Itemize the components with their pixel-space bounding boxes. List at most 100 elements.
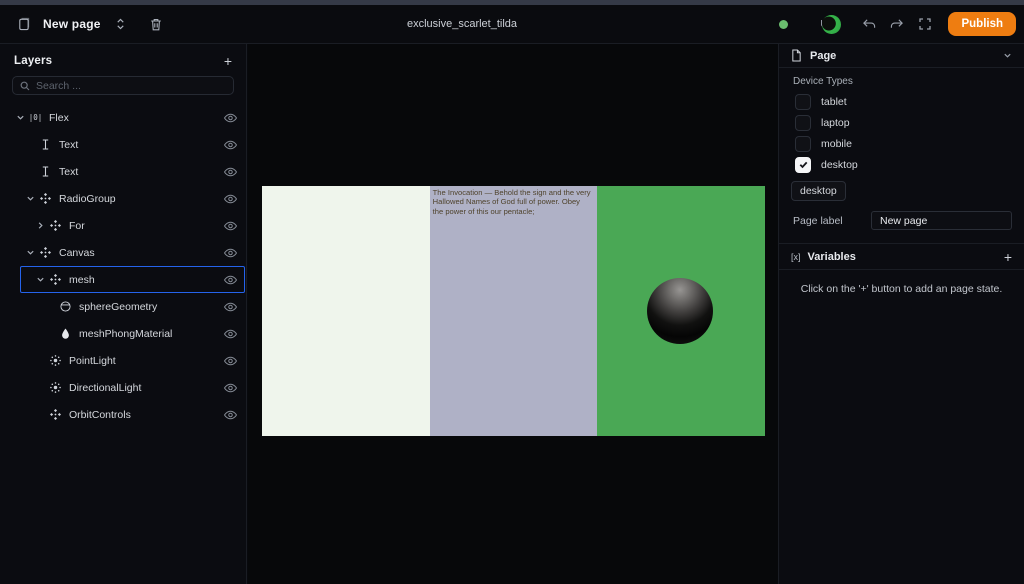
layer-item-label: For — [69, 220, 85, 232]
device-type-row-laptop[interactable]: laptop — [795, 112, 1024, 133]
variables-header: [x] Variables + — [779, 244, 1024, 270]
layer-item-radiogroup[interactable]: RadioGroup — [0, 185, 246, 212]
fullscreen-icon[interactable] — [916, 15, 934, 33]
visibility-eye-icon[interactable] — [224, 139, 237, 150]
checkbox-tablet[interactable] — [795, 94, 811, 110]
text-icon — [38, 139, 53, 150]
visibility-eye-icon[interactable] — [224, 382, 237, 393]
page-label-input[interactable] — [871, 211, 1012, 230]
device-type-row-tablet[interactable]: tablet — [795, 91, 1024, 112]
layer-item-canvas[interactable]: Canvas — [0, 239, 246, 266]
checkbox-mobile[interactable] — [795, 136, 811, 152]
layer-item-mesh[interactable]: mesh — [0, 266, 246, 293]
layer-item-label: RadioGroup — [59, 193, 116, 205]
add-layer-button[interactable]: + — [224, 54, 232, 68]
connection-status-dot — [779, 20, 788, 29]
visibility-eye-icon[interactable] — [224, 301, 237, 312]
layer-item-label: meshPhongMaterial — [79, 328, 172, 340]
page-state-hint: Click on the '+' button to add an page s… — [779, 283, 1024, 295]
visibility-eye-icon[interactable] — [224, 247, 237, 258]
project-title: exclusive_scarlet_tilda — [407, 18, 517, 30]
visibility-eye-icon[interactable] — [224, 112, 237, 123]
component-icon — [38, 193, 53, 204]
layer-item-label: Text — [59, 166, 78, 178]
layer-tree: |0|Flex Text Text RadioGroup For Canvas mesh sp… — [0, 104, 246, 428]
layer-item-directionallight[interactable]: DirectionalLight — [0, 374, 246, 401]
device-type-label: laptop — [821, 117, 850, 129]
undo-icon[interactable] — [860, 15, 878, 33]
layer-item-text[interactable]: Text — [0, 158, 246, 185]
light-icon — [48, 355, 63, 366]
layers-panel: Layers + |0|Flex Text Text RadioGroup For Can… — [0, 44, 247, 584]
app-root: New page exclusive_scarlet_tilda U — [0, 0, 1024, 584]
layer-item-label: Canvas — [59, 247, 95, 259]
delete-page-icon[interactable] — [147, 15, 165, 33]
layer-item-for[interactable]: For — [0, 212, 246, 239]
checkbox-desktop[interactable] — [795, 157, 811, 173]
canvas-area[interactable]: The Invocation — Behold the sign and the… — [248, 44, 778, 584]
layers-title: Layers — [14, 55, 52, 67]
layer-item-flex[interactable]: |0|Flex — [0, 104, 246, 131]
canvas-column-2[interactable]: The Invocation — Behold the sign and the… — [430, 186, 598, 436]
variables-title: Variables — [808, 251, 1004, 263]
visibility-eye-icon[interactable] — [224, 274, 237, 285]
device-type-row-mobile[interactable]: mobile — [795, 133, 1024, 154]
layers-header: Layers + — [14, 54, 232, 68]
chevron-down-icon[interactable] — [1003, 51, 1012, 60]
layer-item-label: Text — [59, 139, 78, 151]
swap-page-icon[interactable] — [112, 15, 130, 33]
sphere-icon — [58, 301, 73, 312]
component-icon — [48, 274, 63, 285]
visibility-eye-icon[interactable] — [224, 409, 237, 420]
layer-item-meshphongmaterial[interactable]: meshPhongMaterial — [0, 320, 246, 347]
user-avatar[interactable]: U — [820, 15, 841, 34]
header-left-group: New page — [0, 15, 165, 33]
flex-icon: |0| — [28, 113, 43, 122]
layer-item-label: mesh — [69, 274, 95, 286]
page-label-caption: Page label — [793, 215, 843, 227]
top-bar: New page exclusive_scarlet_tilda U — [0, 5, 1024, 44]
visibility-eye-icon[interactable] — [224, 193, 237, 204]
page-panel-header[interactable]: Page — [779, 44, 1024, 68]
chevron-down-icon[interactable] — [22, 194, 38, 203]
search-input[interactable] — [36, 80, 226, 92]
layer-item-label: OrbitControls — [69, 409, 131, 421]
chevron-right-icon[interactable] — [32, 221, 48, 230]
layer-item-orbitcontrols[interactable]: OrbitControls — [0, 401, 246, 428]
device-type-list: tablet laptop mobile desktop — [795, 91, 1024, 175]
device-type-row-desktop[interactable]: desktop — [795, 154, 1024, 175]
chevron-down-icon[interactable] — [12, 113, 28, 122]
sphere-3d-object[interactable] — [647, 278, 713, 344]
checkbox-laptop[interactable] — [795, 115, 811, 131]
layer-search-box[interactable] — [12, 76, 234, 95]
canvas-column-1[interactable] — [262, 186, 430, 436]
device-type-label: tablet — [821, 96, 847, 108]
component-icon — [38, 247, 53, 258]
invocation-text[interactable]: The Invocation — Behold the sign and the… — [430, 186, 594, 216]
device-type-label: desktop — [821, 159, 858, 171]
visibility-eye-icon[interactable] — [224, 166, 237, 177]
visibility-eye-icon[interactable] — [224, 220, 237, 231]
visibility-eye-icon[interactable] — [224, 355, 237, 366]
add-variable-button[interactable]: + — [1004, 250, 1012, 264]
layer-item-pointlight[interactable]: PointLight — [0, 347, 246, 374]
header-right-group: U Publish — [779, 5, 1016, 43]
publish-button[interactable]: Publish — [948, 12, 1016, 36]
current-page-name: New page — [43, 17, 101, 31]
layer-item-text[interactable]: Text — [0, 131, 246, 158]
page-copy-icon[interactable] — [14, 15, 32, 33]
page-label-row: Page label — [793, 211, 1012, 230]
page-panel-title: Page — [810, 50, 1003, 62]
chevron-down-icon[interactable] — [32, 275, 48, 284]
layer-item-label: sphereGeometry — [79, 301, 157, 313]
droplet-icon — [58, 328, 73, 339]
search-icon — [20, 81, 30, 91]
visibility-eye-icon[interactable] — [224, 328, 237, 339]
redo-icon[interactable] — [888, 15, 906, 33]
component-icon — [48, 409, 63, 420]
chevron-down-icon[interactable] — [22, 248, 38, 257]
device-types-label: Device Types — [793, 76, 1010, 87]
selected-device-chip[interactable]: desktop — [791, 181, 846, 201]
component-icon — [48, 220, 63, 231]
layer-item-spheregeometry[interactable]: sphereGeometry — [0, 293, 246, 320]
